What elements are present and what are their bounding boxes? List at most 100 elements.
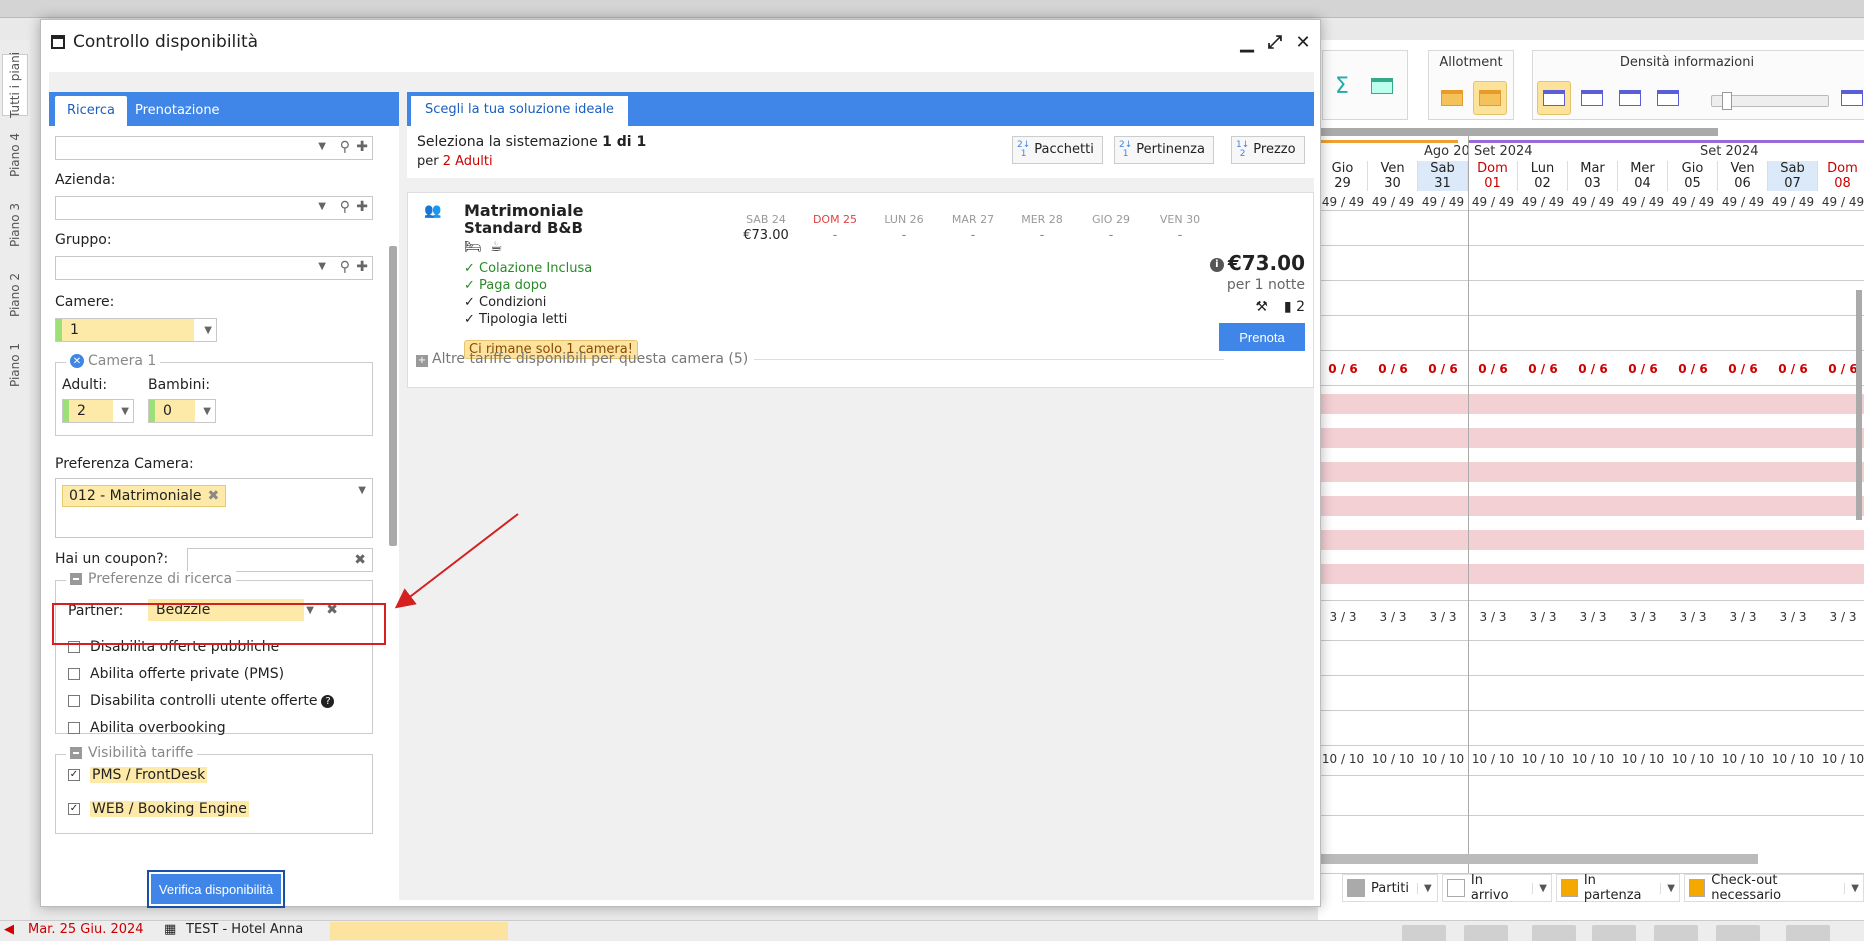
add-icon[interactable]: ✚ (356, 139, 368, 155)
calendar-day-header: Dom 08 (1818, 161, 1864, 191)
allotment-view-icon[interactable] (1435, 81, 1469, 115)
maximize-icon[interactable]: ⤢ (1266, 32, 1284, 53)
tab-solutions[interactable]: Scegli la tua soluzione ideale (411, 96, 628, 126)
density-2-icon[interactable] (1575, 81, 1609, 115)
rail-tab-floor-1[interactable]: Piano 1 (2, 334, 28, 396)
tab-ricerca[interactable]: Ricerca (55, 96, 127, 126)
dialog-controls: ▁ ⤢ ✕ (1238, 32, 1312, 53)
book-button[interactable]: Prenota (1219, 323, 1305, 351)
allotment-text-icon[interactable] (1473, 81, 1507, 115)
legend-partiti[interactable]: Partiti ▼ (1342, 874, 1438, 902)
density-1-icon[interactable] (1537, 81, 1571, 115)
tab-prenotazione[interactable]: Prenotazione (123, 96, 232, 126)
expand-icon[interactable]: + (416, 354, 428, 367)
calendar-day-header: Sab 31 (1418, 161, 1468, 191)
remove-tag-icon[interactable]: ✖ (208, 488, 220, 504)
table-icon[interactable] (1365, 69, 1399, 103)
pref-camera-label: Preferenza Camera: (55, 456, 194, 472)
search-icon[interactable]: ⚲ (340, 259, 350, 275)
more-rates-link[interactable]: + Altre tariffe disponibili per questa ca… (416, 351, 1296, 367)
check-enable-private[interactable]: Abilita offerte private (PMS) (68, 666, 284, 682)
rate-name: Standard B&B (464, 219, 583, 237)
sort-pacchetti-button[interactable]: 2↓ 1 Pacchetti (1012, 136, 1103, 164)
azienda-combo[interactable]: ▼ ⚲ ✚ (55, 196, 373, 220)
availability-dialog: Controllo disponibilità ▁ ⤢ ✕ Ricerca Pr… (40, 19, 1321, 908)
back-icon[interactable]: ◀ (4, 922, 14, 937)
info-icon[interactable]: i (1209, 257, 1224, 272)
gruppo-combo[interactable]: ▼ ⚲ ✚ (55, 256, 373, 280)
collapse-icon[interactable] (70, 573, 82, 585)
chevron-down-icon: ▼ (1532, 882, 1547, 894)
planner-hscroll[interactable] (1318, 854, 1758, 864)
check-pms-frontdesk[interactable]: ✓ PMS / FrontDesk (68, 767, 208, 783)
status-button[interactable] (1592, 925, 1636, 941)
bambini-select[interactable]: 0 ▼ (148, 399, 216, 423)
minimize-icon[interactable]: ▁ (1238, 32, 1256, 53)
sort-pertinenza-button[interactable]: 2↓ 1 Pertinenza (1114, 136, 1214, 164)
coupon-input[interactable]: ✖ (187, 548, 373, 572)
status-hotel[interactable]: TEST - Hotel Anna (186, 922, 303, 937)
rail-tab-floor-2[interactable]: Piano 2 (2, 264, 28, 326)
sort-prezzo-button[interactable]: 1↓ 2 Prezzo (1231, 136, 1305, 164)
sigma-icon[interactable]: Σ (1325, 69, 1359, 103)
calendar-count: 0 / 6 (1778, 362, 1808, 376)
density-4-icon[interactable] (1651, 81, 1685, 115)
day-price-col: MAR 27- (951, 213, 995, 243)
status-button[interactable] (1654, 925, 1698, 941)
adulti-select[interactable]: 2 ▼ (62, 399, 134, 423)
camera-1-group: ✕ Camera 1 Adulti: 2 ▼ Bambini: 0 ▼ (55, 353, 373, 436)
rail-tab-all[interactable]: Tutti i piani (2, 52, 28, 118)
dialog-titlebar[interactable]: Controllo disponibilità (41, 20, 1320, 64)
legend-in-arrivo[interactable]: In arrivo ▼ (1442, 873, 1552, 903)
clear-icon[interactable]: ✖ (354, 552, 366, 568)
status-calendar-field[interactable] (330, 922, 508, 940)
calendar-count: 10 / 10 (1471, 752, 1515, 766)
perk-conditions[interactable]: ✓ Condizioni (464, 295, 546, 310)
density-3-icon[interactable] (1613, 81, 1647, 115)
status-button[interactable] (1464, 925, 1508, 941)
check-disable-controls[interactable]: Disabilita controlli utente offerte? (68, 693, 335, 709)
calendar-day-header: Lun 02 (1518, 161, 1568, 191)
status-button[interactable] (1402, 925, 1446, 941)
calendar-count: 3 / 3 (1679, 610, 1707, 624)
calendar-day-header: Gio 29 (1318, 161, 1368, 191)
calendar-count: 10 / 10 (1821, 752, 1864, 766)
search-icon[interactable]: ⚲ (340, 199, 350, 215)
close-icon[interactable]: ✕ (1294, 32, 1312, 53)
rail-tab-floor-3[interactable]: Piano 3 (2, 194, 28, 256)
calendar-scrollbar[interactable] (1318, 128, 1718, 136)
chevron-down-icon: ▼ (204, 325, 212, 336)
camere-select[interactable]: 1 ▼ (55, 318, 217, 342)
check-web-booking[interactable]: ✓ WEB / Booking Engine (68, 801, 249, 817)
calendar-count: 49 / 49 (1321, 195, 1365, 209)
density-5-icon[interactable] (1835, 81, 1864, 115)
search-icon[interactable]: ⚲ (340, 139, 350, 155)
calendar-count: 49 / 49 (1471, 195, 1515, 209)
legend-checkout[interactable]: Check-out necessario ▼ (1684, 873, 1864, 903)
occupancy-band (1318, 530, 1864, 550)
floor-rail: Tutti i piani Piano 4 Piano 3 Piano 2 Pi… (0, 40, 30, 920)
search-pane-scrollbar[interactable] (389, 246, 397, 546)
legend-in-partenza[interactable]: In partenza ▼ (1556, 873, 1680, 903)
status-button[interactable] (1786, 925, 1830, 941)
perk-beds[interactable]: ✓ Tipologia letti (464, 312, 567, 327)
density-slider[interactable] (1711, 92, 1829, 110)
add-icon[interactable]: ✚ (356, 199, 368, 215)
calendar-day-header: Dom 01 (1468, 161, 1518, 191)
verify-availability-button[interactable]: Verifica disponibilità (147, 870, 285, 908)
pref-camera-select[interactable]: 012 - Matrimoniale ✖ ▼ (55, 478, 373, 538)
customer-combo[interactable]: ▼ ⚲ ✚ (55, 136, 373, 160)
sort-icon: 2↓ 1 (1017, 140, 1031, 159)
add-icon[interactable]: ✚ (356, 259, 368, 275)
calendar-count: 3 / 3 (1529, 610, 1557, 624)
help-icon[interactable]: ? (321, 694, 335, 708)
rail-tab-floor-4[interactable]: Piano 4 (2, 124, 28, 186)
status-date[interactable]: Mar. 25 Giu. 2024 (28, 922, 144, 937)
status-button[interactable] (1716, 925, 1760, 941)
planner-vscroll[interactable] (1856, 290, 1862, 520)
remove-room-icon[interactable]: ✕ (70, 354, 84, 368)
status-button[interactable] (1532, 925, 1576, 941)
check-overbooking[interactable]: Abilita overbooking (68, 720, 226, 736)
calendar-count: 49 / 49 (1421, 195, 1465, 209)
collapse-icon[interactable] (70, 747, 82, 759)
